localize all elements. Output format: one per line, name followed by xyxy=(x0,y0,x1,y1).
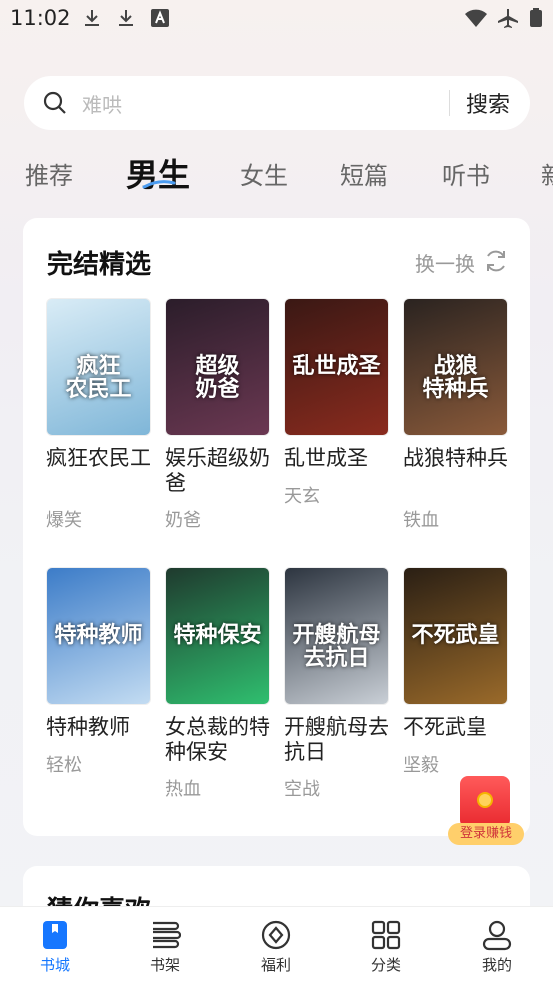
cover-title: 乱世成圣 xyxy=(292,354,381,379)
book-tag: 坚毅 xyxy=(403,755,439,776)
battery-icon xyxy=(530,8,542,27)
cover-title: 不死武皇 xyxy=(411,623,500,648)
airplane-icon xyxy=(498,9,518,28)
nav-label: 福利 xyxy=(260,956,291,974)
nav-welfare[interactable]: 福利 xyxy=(221,907,331,983)
tab-male[interactable]: 男生 xyxy=(126,150,190,196)
bottom-nav: 书城 书架 福利 分类 我的 xyxy=(0,906,553,983)
book-title[interactable]: 乱世成圣 xyxy=(284,446,399,471)
book-title[interactable]: 不死武皇 xyxy=(403,715,518,740)
nav-category[interactable]: 分类 xyxy=(331,907,441,983)
login-reward-button[interactable]: 登录赚钱 xyxy=(448,776,524,846)
search-bar[interactable]: 难哄 搜索 xyxy=(24,76,530,130)
nav-label: 书城 xyxy=(39,956,70,974)
refresh-button[interactable]: 换一换 xyxy=(415,248,475,277)
nav-bookstore[interactable]: 书城 xyxy=(0,907,110,983)
download-icon xyxy=(119,10,133,26)
tab-recommend[interactable]: 推荐 xyxy=(25,156,73,191)
login-reward-label[interactable]: 登录赚钱 xyxy=(448,823,524,845)
book-tag: 轻松 xyxy=(46,755,82,776)
book-title[interactable]: 特种教师 xyxy=(46,715,161,740)
book-title[interactable]: 女总裁的特种保安 xyxy=(165,715,280,765)
bookstore-icon xyxy=(43,921,67,949)
search-button[interactable]: 搜索 xyxy=(466,87,510,119)
cover-title: 疯狂 农民工 xyxy=(65,354,132,403)
cover-title: 特种教师 xyxy=(54,623,143,648)
nav-label: 分类 xyxy=(370,956,401,974)
status-time: 11:02 xyxy=(10,6,71,30)
coin-icon xyxy=(477,792,493,808)
search-input[interactable]: 难哄 xyxy=(82,89,122,118)
tab-audio[interactable]: 听书 xyxy=(442,156,490,191)
welfare-icon xyxy=(261,920,291,950)
tab-female[interactable]: 女生 xyxy=(240,156,288,191)
profile-icon xyxy=(482,920,512,951)
cover-title: 战狼 特种兵 xyxy=(422,354,489,403)
tab-new[interactable]: 新 xyxy=(541,156,553,191)
book-tag: 热血 xyxy=(165,779,201,800)
book-cover[interactable]: 乱世成圣 xyxy=(284,298,389,436)
book-title[interactable]: 疯狂农民工 xyxy=(46,446,161,471)
book-tag: 铁血 xyxy=(403,510,439,531)
book-cover[interactable]: 战狼 特种兵 xyxy=(403,298,508,436)
font-a-icon xyxy=(151,9,169,27)
book-cover[interactable]: 开艘航母 去抗日 xyxy=(284,567,389,705)
nav-label: 书架 xyxy=(149,956,180,974)
cover-title: 超级 奶爸 xyxy=(195,354,240,403)
nav-bookshelf[interactable]: 书架 xyxy=(110,907,220,983)
book-tag: 天玄 xyxy=(284,486,320,507)
category-icon xyxy=(371,920,401,950)
download-icon xyxy=(85,10,99,26)
search-icon xyxy=(43,91,66,114)
wifi-icon xyxy=(465,9,487,27)
cover-title: 特种保安 xyxy=(173,623,262,648)
book-title[interactable]: 开艘航母去抗日 xyxy=(284,715,399,765)
category-tabs: 推荐 男生 女生 短篇 听书 新 xyxy=(0,148,553,198)
book-cover[interactable]: 疯狂 农民工 xyxy=(46,298,151,436)
book-title[interactable]: 娱乐超级奶爸 xyxy=(165,446,280,496)
active-tab-indicator xyxy=(142,180,176,189)
book-cover[interactable]: 特种教师 xyxy=(46,567,151,705)
nav-profile[interactable]: 我的 xyxy=(442,907,552,983)
search-divider xyxy=(449,90,450,116)
book-tag: 奶爸 xyxy=(165,510,201,531)
book-title[interactable]: 战狼特种兵 xyxy=(403,446,518,471)
section-title: 完结精选 xyxy=(47,250,152,280)
refresh-icon[interactable] xyxy=(483,248,509,274)
cover-title: 开艘航母 去抗日 xyxy=(292,623,381,672)
book-tag: 空战 xyxy=(284,779,320,800)
book-tag: 爆笑 xyxy=(46,510,82,531)
book-cover[interactable]: 特种保安 xyxy=(165,567,270,705)
bookshelf-icon xyxy=(153,921,181,949)
book-cover[interactable]: 超级 奶爸 xyxy=(165,298,270,436)
book-cover[interactable]: 不死武皇 xyxy=(403,567,508,705)
nav-label: 我的 xyxy=(481,956,512,974)
featured-section: 完结精选 换一换 疯狂 农民工 疯狂农民工 爆笑 超级 奶爸 娱乐超级奶爸 奶爸… xyxy=(23,218,530,836)
tab-short[interactable]: 短篇 xyxy=(340,156,388,191)
status-bar: 11:02 xyxy=(0,0,553,38)
